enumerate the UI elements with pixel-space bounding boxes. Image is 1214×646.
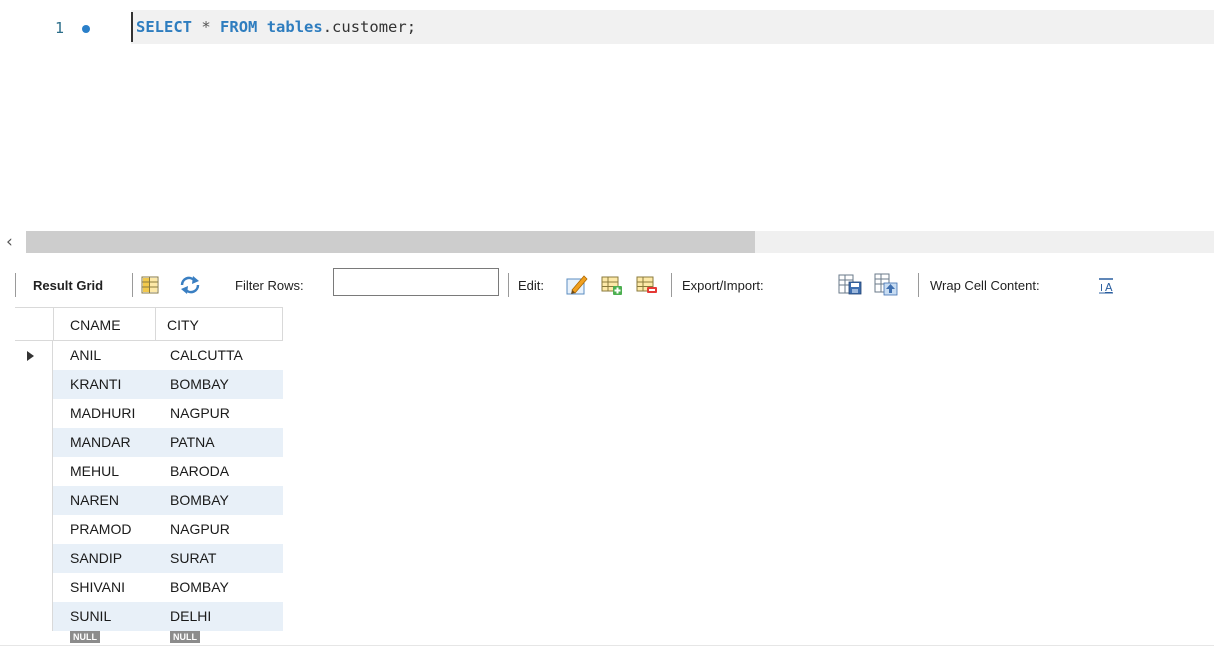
toolbar-separator — [132, 273, 133, 297]
svg-text:I: I — [1100, 283, 1103, 294]
cell-city[interactable]: CALCUTTA — [170, 347, 243, 363]
column-divider[interactable] — [282, 308, 283, 340]
import-icon[interactable] — [873, 272, 899, 298]
grid-header-row: CNAME CITY — [15, 307, 283, 341]
table-row[interactable]: MANDAR PATNA — [15, 428, 283, 457]
cell-city[interactable]: BOMBAY — [170, 492, 229, 508]
cell-cname[interactable]: MADHURI — [70, 405, 135, 421]
cell-city[interactable]: DELHI — [170, 608, 211, 624]
export-icon[interactable] — [837, 273, 863, 297]
statement-marker-icon — [82, 25, 90, 33]
toolbar-separator — [918, 273, 919, 297]
row-header[interactable] — [15, 602, 53, 631]
table-row[interactable]: SUNIL DELHI — [15, 602, 283, 631]
row-cells: MEHUL BARODA — [53, 457, 283, 486]
edit-row-icon[interactable] — [565, 273, 589, 297]
scroll-left-arrow-icon[interactable]: ‹ — [6, 232, 13, 252]
row-header[interactable] — [15, 515, 53, 544]
svg-text:A: A — [1105, 281, 1113, 294]
column-header-cname[interactable]: CNAME — [70, 317, 121, 333]
row-cells: NAREN BOMBAY — [53, 486, 283, 515]
table-row[interactable]: SANDIP SURAT — [15, 544, 283, 573]
table-row[interactable]: PRAMOD NAGPUR — [15, 515, 283, 544]
row-cells: ANIL CALCUTTA — [53, 341, 283, 370]
wrap-cell-content-label: Wrap Cell Content: — [930, 278, 1040, 293]
toolbar-separator — [508, 273, 509, 297]
row-header[interactable] — [15, 341, 53, 370]
column-header-city[interactable]: CITY — [167, 317, 199, 333]
row-header[interactable] — [15, 457, 53, 486]
table-row[interactable]: MADHURI NAGPUR — [15, 399, 283, 428]
row-header[interactable] — [15, 370, 53, 399]
cell-city[interactable]: BARODA — [170, 463, 229, 479]
add-row-icon[interactable] — [600, 274, 624, 296]
cell-city[interactable]: PATNA — [170, 434, 215, 450]
scrollbar-thumb[interactable] — [26, 231, 755, 253]
grid-layout-icon[interactable] — [140, 275, 160, 295]
text-caret — [131, 12, 133, 42]
row-header[interactable] — [15, 399, 53, 428]
toolbar-separator — [15, 273, 16, 297]
table-row[interactable]: KRANTI BOMBAY — [15, 370, 283, 399]
sql-code[interactable]: SELECT * FROM tables.customer; — [136, 18, 416, 36]
row-cells: MANDAR PATNA — [53, 428, 283, 457]
result-grid[interactable]: CNAME CITY ANIL CALCUTTA KRANTI BOMBAY MADHU… — [15, 307, 1214, 646]
cell-city[interactable]: SURAT — [170, 550, 216, 566]
schema-name: tables — [266, 18, 323, 36]
row-header-corner[interactable] — [15, 308, 54, 340]
table-row[interactable]: SHIVANI BOMBAY — [15, 573, 283, 602]
editor-horizontal-scrollbar[interactable]: ‹ — [0, 229, 1214, 255]
new-row-placeholder[interactable]: NULL NULL — [15, 631, 283, 645]
toolbar-separator — [671, 273, 672, 297]
cell-cname[interactable]: MEHUL — [70, 463, 119, 479]
keyword-from: FROM — [220, 18, 258, 36]
cell-cname[interactable]: MANDAR — [70, 434, 131, 450]
table-row[interactable]: MEHUL BARODA — [15, 457, 283, 486]
row-cells: SUNIL DELHI — [53, 602, 283, 631]
table-row[interactable]: ANIL CALCUTTA — [15, 341, 283, 370]
wrap-text-icon[interactable]: I A — [1097, 277, 1115, 295]
row-cells: SANDIP SURAT — [53, 544, 283, 573]
cell-city[interactable]: BOMBAY — [170, 579, 229, 595]
cell-cname[interactable]: KRANTI — [70, 376, 121, 392]
export-import-label: Export/Import: — [682, 278, 764, 293]
cell-cname[interactable]: PRAMOD — [70, 521, 131, 537]
table-name: .customer; — [322, 18, 417, 36]
editor-line[interactable]: 1 SELECT * FROM tables.customer; — [0, 10, 1214, 44]
delete-row-icon[interactable] — [635, 274, 659, 296]
keyword-select: SELECT — [136, 18, 192, 36]
edit-label: Edit: — [518, 278, 545, 293]
cell-cname[interactable]: ANIL — [70, 347, 101, 363]
row-cells: KRANTI BOMBAY — [53, 370, 283, 399]
column-divider[interactable] — [155, 308, 156, 340]
row-header[interactable] — [15, 573, 53, 602]
cell-city[interactable]: BOMBAY — [170, 376, 229, 392]
workbench-query-panel: 1 SELECT * FROM tables.customer; ‹ Resul… — [0, 0, 1214, 646]
cell-cname[interactable]: SHIVANI — [70, 579, 125, 595]
table-row[interactable]: NAREN BOMBAY — [15, 486, 283, 515]
refresh-icon[interactable] — [178, 275, 202, 295]
row-header[interactable] — [15, 428, 53, 457]
row-cells: PRAMOD NAGPUR — [53, 515, 283, 544]
row-header[interactable] — [15, 544, 53, 573]
filter-rows-label: Filter Rows: — [235, 278, 304, 293]
cell-cname[interactable]: SANDIP — [70, 550, 122, 566]
row-cells: SHIVANI BOMBAY — [53, 573, 283, 602]
operator-star: * — [201, 18, 211, 36]
cell-city[interactable]: NAGPUR — [170, 521, 230, 537]
null-badge-city[interactable]: NULL — [170, 631, 200, 643]
sql-editor[interactable]: 1 SELECT * FROM tables.customer; — [0, 0, 1214, 225]
cell-cname[interactable]: NAREN — [70, 492, 119, 508]
filter-rows-input[interactable] — [333, 268, 499, 296]
result-toolbar: Result Grid Filter Rows: Edit: Export/Im… — [15, 266, 1214, 306]
current-row-arrow-icon — [27, 351, 34, 361]
null-badge-cname[interactable]: NULL — [70, 631, 100, 643]
line-number: 1 — [55, 19, 65, 37]
row-cells: MADHURI NAGPUR — [53, 399, 283, 428]
result-grid-tab[interactable]: Result Grid — [33, 278, 103, 293]
row-header[interactable] — [15, 486, 53, 515]
cell-city[interactable]: NAGPUR — [170, 405, 230, 421]
cell-cname[interactable]: SUNIL — [70, 608, 111, 624]
